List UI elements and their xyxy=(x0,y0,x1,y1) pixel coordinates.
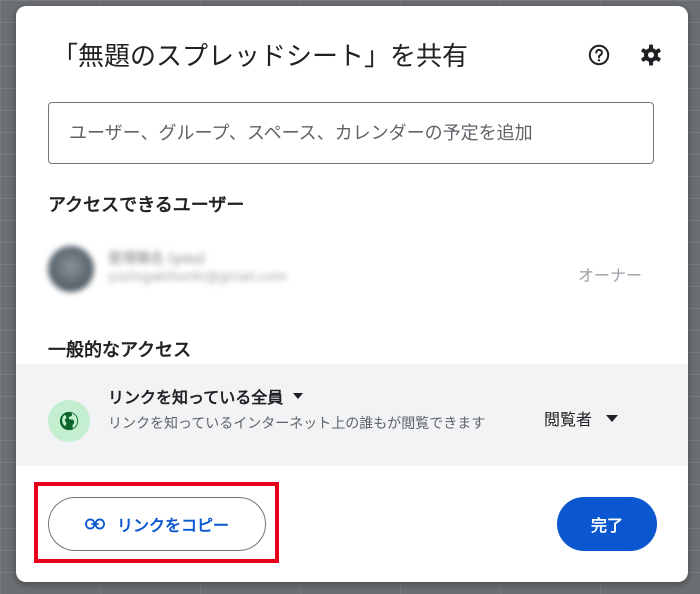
role-select-label: 閲覧者 xyxy=(544,410,593,429)
globe-icon xyxy=(48,400,90,442)
done-button[interactable]: 完了 xyxy=(557,497,657,551)
add-people-input[interactable] xyxy=(67,121,635,145)
highlight-annotation-box xyxy=(34,482,279,563)
caret-down-icon xyxy=(606,414,619,422)
people-with-access-heading: アクセスできるユーザー xyxy=(48,195,245,216)
done-label: 完了 xyxy=(590,516,623,535)
general-access-description: リンクを知っているインターネット上の誰もが閲覧できます xyxy=(108,416,486,432)
add-people-field[interactable] xyxy=(48,102,654,164)
avatar xyxy=(48,246,94,292)
general-access-heading: 一般的なアクセス xyxy=(48,340,192,361)
owner-role-label: オーナー xyxy=(577,266,642,285)
role-select[interactable]: 閲覧者 xyxy=(544,406,619,430)
general-access-panel: リンクを知っている全員 リンクを知っているインターネット上の誰もが閲覧できます … xyxy=(16,364,688,466)
user-name: 管理職名 (you) xyxy=(108,251,206,267)
help-icon[interactable] xyxy=(586,42,612,68)
user-row-owner: 管理職名 (you) yoshigakihoriki@gmail.com オーナ… xyxy=(48,232,658,302)
gear-icon[interactable] xyxy=(638,42,664,68)
dialog-title: 「無題のスプレッドシート」を共有 xyxy=(52,42,469,72)
general-access-dropdown[interactable]: リンクを知っている全員 xyxy=(108,384,304,408)
user-email: yoshigakihoriki@gmail.com xyxy=(108,270,287,285)
general-access-type-label: リンクを知っている全員 xyxy=(108,388,284,407)
caret-down-icon xyxy=(293,393,304,399)
